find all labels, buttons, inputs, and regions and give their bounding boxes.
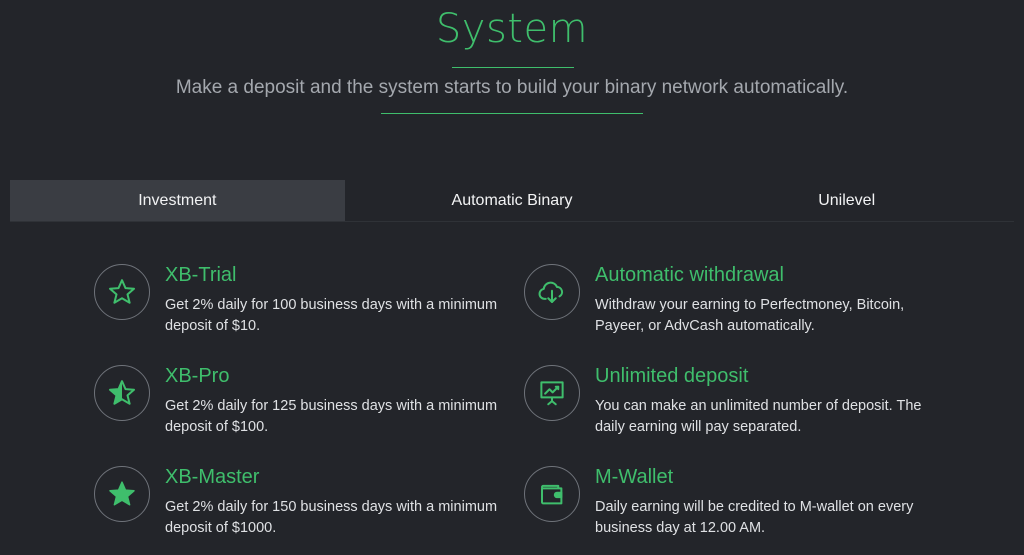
presentation-chart-icon bbox=[524, 365, 580, 421]
feature-title: XB-Master bbox=[165, 466, 260, 488]
feature-xb-pro: XB-Pro Get 2% daily for 125 business day… bbox=[94, 365, 497, 455]
subtitle-underline bbox=[381, 113, 643, 114]
feature-unlimited-deposit: Unlimited deposit You can make an unlimi… bbox=[524, 365, 924, 455]
feature-title: Automatic withdrawal bbox=[595, 264, 784, 286]
feature-title: XB-Trial bbox=[165, 264, 237, 286]
feature-description: Daily earning will be credited to M-wall… bbox=[595, 499, 914, 536]
feature-description: Get 2% daily for 125 business days with … bbox=[165, 398, 498, 435]
page-title: System bbox=[435, 6, 589, 52]
feature-title: XB-Pro bbox=[165, 365, 230, 387]
star-filled-icon bbox=[94, 466, 150, 522]
tab-unilevel[interactable]: Unilevel bbox=[679, 180, 1014, 221]
feature-description: Get 2% daily for 150 business days with … bbox=[165, 499, 498, 536]
feature-automatic-withdrawal: Automatic withdrawal Withdraw your earni… bbox=[524, 264, 924, 354]
wallet-icon bbox=[524, 466, 580, 522]
feature-description: You can make an unlimited number of depo… bbox=[595, 398, 922, 435]
tab-investment[interactable]: Investment bbox=[10, 180, 345, 221]
tab-automatic-binary[interactable]: Automatic Binary bbox=[345, 180, 680, 221]
feature-xb-trial: XB-Trial Get 2% daily for 100 business d… bbox=[94, 264, 497, 354]
cloud-download-icon bbox=[524, 264, 580, 320]
system-section: System Make a deposit and the system sta… bbox=[0, 0, 1024, 555]
feature-description: Withdraw your earning to Perfectmoney, B… bbox=[595, 297, 905, 334]
feature-xb-master: XB-Master Get 2% daily for 150 business … bbox=[94, 466, 497, 555]
feature-m-wallet: M-Wallet Daily earning will be credited … bbox=[524, 466, 924, 555]
star-half-icon bbox=[94, 365, 150, 421]
tab-bar: Investment Automatic Binary Unilevel bbox=[10, 180, 1014, 222]
feature-title: M-Wallet bbox=[595, 466, 674, 488]
star-outline-icon bbox=[94, 264, 150, 320]
feature-description: Get 2% daily for 100 business days with … bbox=[165, 297, 498, 334]
title-underline bbox=[452, 67, 574, 68]
feature-title: Unlimited deposit bbox=[595, 365, 749, 387]
page-subtitle: Make a deposit and the system starts to … bbox=[175, 77, 849, 98]
